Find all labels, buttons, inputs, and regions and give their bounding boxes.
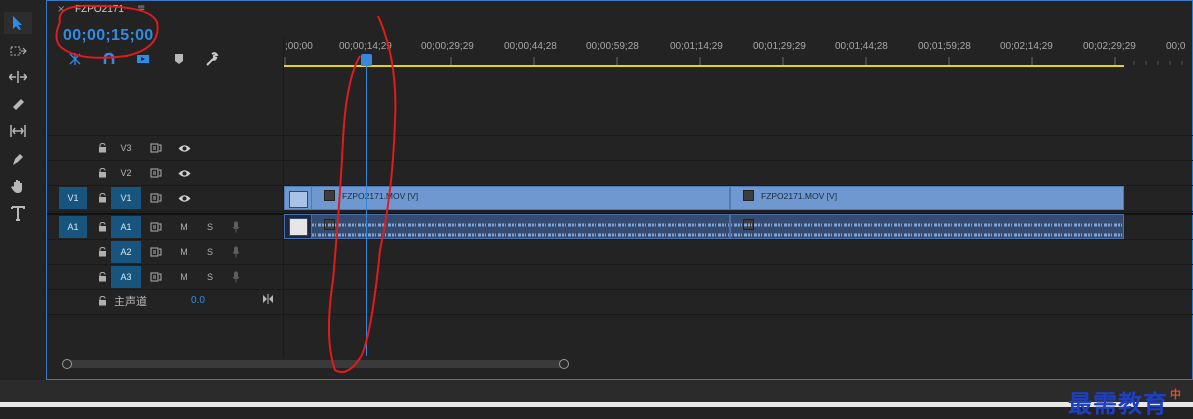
watermark: 最需教育 xyxy=(1068,389,1168,418)
watermark-badge: 中 xyxy=(1170,388,1181,401)
red-annotation xyxy=(55,4,397,374)
bottom-dark-strip xyxy=(0,380,1193,402)
